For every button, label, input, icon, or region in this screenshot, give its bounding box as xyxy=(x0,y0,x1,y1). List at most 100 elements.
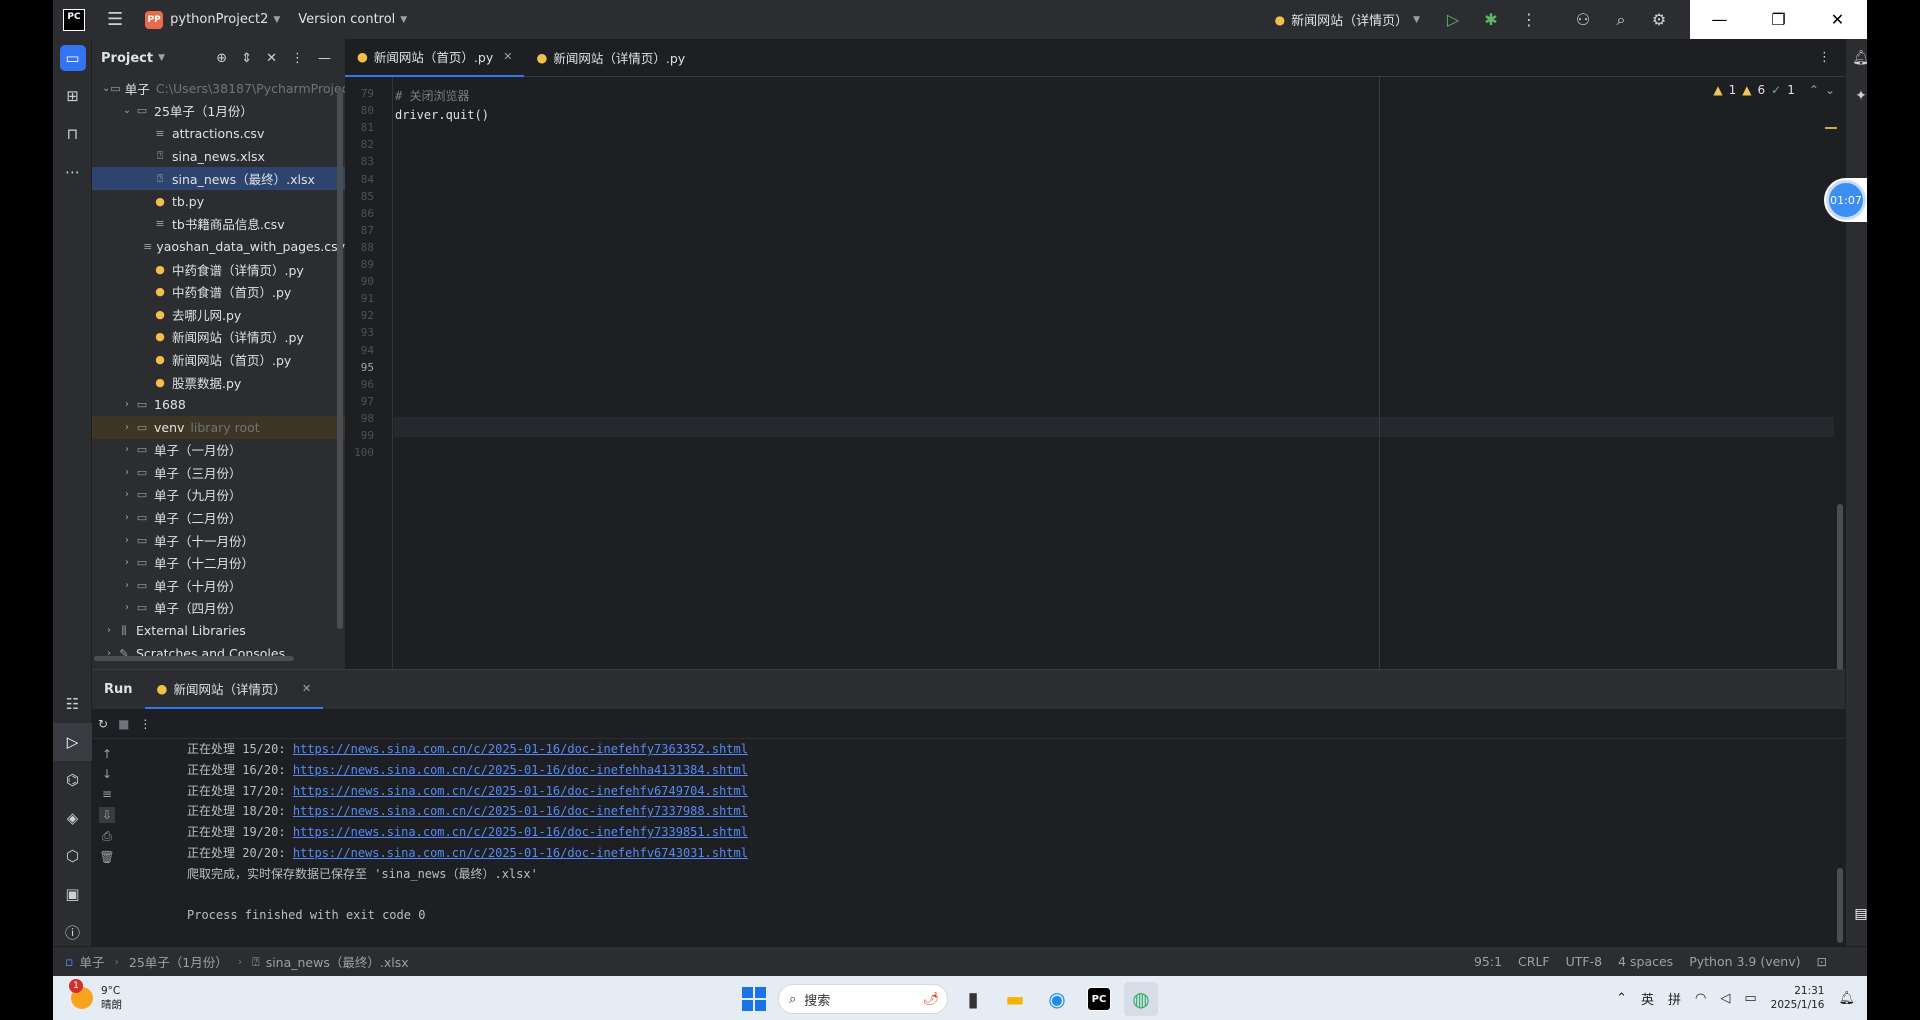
python-packages-icon[interactable]: ◈ xyxy=(53,799,92,837)
line-number[interactable]: 99 xyxy=(361,429,374,442)
tree-item[interactable]: ⍰ sina_news.xlsx xyxy=(92,145,345,168)
settings-gear-icon[interactable]: ⚙ xyxy=(1640,10,1678,29)
chevron-right-icon[interactable]: › xyxy=(120,557,134,568)
tab-options-icon[interactable]: ⋮ xyxy=(1818,50,1831,65)
editor-scrollbar[interactable] xyxy=(1837,504,1843,684)
chevron-right-icon[interactable]: › xyxy=(120,535,134,546)
ime-language[interactable]: 英 xyxy=(1641,989,1654,1008)
python-console-icon[interactable]: ⌬ xyxy=(53,761,92,799)
tree-item[interactable]: › ▭ 单子（十一月份） xyxy=(92,529,345,552)
minimize-icon[interactable]: — xyxy=(1690,0,1749,39)
terminal-icon[interactable]: ▣ xyxy=(53,875,92,913)
tree-item[interactable]: ● 去哪儿网.py xyxy=(92,303,345,326)
tree-item[interactable]: ● tb.py xyxy=(92,190,345,213)
line-separator[interactable]: CRLF xyxy=(1518,954,1550,969)
services-icon[interactable]: ⬡ xyxy=(53,837,92,875)
chevron-right-icon[interactable]: › xyxy=(102,625,116,636)
breadcrumb-item[interactable]: 25单子（1月份） xyxy=(129,952,228,971)
locate-icon[interactable]: ⊕ xyxy=(216,51,227,66)
tree-item[interactable]: ● 股票数据.py xyxy=(92,371,345,394)
stop-icon[interactable]: ■ xyxy=(118,717,129,731)
hide-icon[interactable]: — xyxy=(318,51,331,66)
tree-item[interactable]: › ▭ 单子（一月份） xyxy=(92,439,345,462)
run-panel-title[interactable]: Run xyxy=(92,682,145,697)
notifications-icon[interactable]: 🔔︎ xyxy=(1846,39,1867,77)
wifi-icon[interactable]: ◠ xyxy=(1695,991,1706,1006)
line-number[interactable]: 97 xyxy=(361,395,374,408)
debug-icon[interactable]: ✱ xyxy=(1472,10,1510,29)
line-number[interactable]: 91 xyxy=(361,292,374,305)
tree-item[interactable]: ⍰ sina_news（最终）.xlsx xyxy=(92,167,345,190)
line-number[interactable]: 84 xyxy=(361,173,374,186)
console-link[interactable]: https://news.sina.com.cn/c/2025-01-16/do… xyxy=(293,742,748,756)
horizontal-scrollbar[interactable] xyxy=(94,656,294,661)
tree-item[interactable]: ≡ yaoshan_data_with_pages.csv xyxy=(92,235,345,258)
project-badge[interactable]: PP xyxy=(145,10,164,29)
line-number[interactable]: 98 xyxy=(361,412,374,425)
rerun-icon[interactable]: ↻ xyxy=(98,717,108,731)
main-menu-icon[interactable]: ☰ xyxy=(107,9,123,30)
line-number[interactable]: 94 xyxy=(361,344,374,357)
console-link[interactable]: https://news.sina.com.cn/c/2025-01-16/do… xyxy=(293,784,748,798)
tree-item[interactable]: ≡ attractions.csv xyxy=(92,122,345,145)
line-number[interactable]: 80 xyxy=(361,104,374,117)
run-tool-icon[interactable]: ▷ xyxy=(53,723,92,761)
line-number[interactable]: 100 xyxy=(354,446,374,459)
console-link[interactable]: https://news.sina.com.cn/c/2025-01-16/do… xyxy=(293,763,748,777)
close-icon[interactable]: ✕ xyxy=(1808,0,1867,39)
ai-assistant-icon[interactable]: ✦ xyxy=(1846,77,1867,115)
chevron-up-icon[interactable]: ⌃ xyxy=(1809,83,1819,97)
tree-item[interactable]: ● 中药食谱（详情页）.py xyxy=(92,258,345,281)
soft-wrap-icon[interactable]: ≡ xyxy=(102,787,112,801)
pycharm-logo-icon[interactable]: PC xyxy=(63,8,85,31)
file-explorer-icon[interactable]: ▬ xyxy=(998,982,1032,1016)
tree-item[interactable]: › ⫼ External Libraries xyxy=(92,619,345,642)
chevron-down-icon[interactable]: ▼ xyxy=(158,53,165,63)
code-line[interactable]: # 关闭浏览器 xyxy=(395,87,469,104)
tree-item[interactable]: ● 新闻网站（首页）.py xyxy=(92,348,345,371)
tree-item[interactable]: › ▭ 单子（十月份） xyxy=(92,574,345,597)
chevron-right-icon[interactable]: › xyxy=(120,444,134,455)
print-icon[interactable]: ⎙ xyxy=(102,829,112,844)
tree-item[interactable]: ● 新闻网站（详情页）.py xyxy=(92,326,345,349)
scroll-down-icon[interactable]: ↓ xyxy=(102,767,112,781)
chevron-right-icon[interactable]: › xyxy=(120,580,134,591)
line-number[interactable]: 88 xyxy=(361,241,374,254)
close-icon[interactable]: ✕ xyxy=(503,50,512,63)
clock[interactable]: 21:31 2025/1/16 xyxy=(1771,984,1825,1012)
bookmarks-icon[interactable]: ⊓ xyxy=(53,115,92,153)
weather-widget[interactable]: 1 9°C 晴朗 xyxy=(53,979,122,1012)
project-panel-title[interactable]: Project xyxy=(101,51,153,66)
chevron-right-icon[interactable]: › xyxy=(120,602,134,613)
line-number[interactable]: 82 xyxy=(361,138,374,151)
chevron-down-icon[interactable]: ▼ xyxy=(1413,15,1420,25)
line-number[interactable]: 81 xyxy=(361,121,374,134)
excel-icon[interactable]: ▤ xyxy=(1846,895,1867,933)
taskbar-search[interactable]: ⌕ 搜索 🌶︎ xyxy=(778,984,948,1014)
indent-setting[interactable]: 4 spaces xyxy=(1618,954,1673,969)
tree-item[interactable]: ● 中药食谱（首页）.py xyxy=(92,280,345,303)
trash-icon[interactable]: 🗑︎ xyxy=(99,850,114,864)
tree-item[interactable]: ⌄ ▭ 单子 C:\Users\38187\PycharmProject xyxy=(92,77,345,100)
inspection-widget[interactable]: ▲ 1 ▲ 6 ✓ 1 ⌃ ⌄ xyxy=(1713,83,1835,97)
edge-browser-icon[interactable]: ◉ xyxy=(1040,982,1074,1016)
caret-position[interactable]: 95:1 xyxy=(1474,954,1502,969)
chevron-down-icon[interactable]: ⌄ xyxy=(1825,83,1835,97)
line-number[interactable]: 92 xyxy=(361,309,374,322)
chevron-right-icon[interactable]: › xyxy=(120,399,134,410)
collapse-all-icon[interactable]: ✕ xyxy=(266,51,277,66)
more-icon[interactable]: ⋮ xyxy=(1510,10,1548,29)
tree-item[interactable]: › ▭ 单子（二月份） xyxy=(92,506,345,529)
notification-bell-icon[interactable]: 🔔︎ xyxy=(1838,991,1855,1006)
console-link[interactable]: https://news.sina.com.cn/c/2025-01-16/do… xyxy=(293,825,748,839)
tree-item[interactable]: › ▭ 单子（三月份） xyxy=(92,461,345,484)
line-number[interactable]: 95 xyxy=(361,361,374,374)
chevron-down-icon[interactable]: ⌄ xyxy=(102,83,110,94)
more-tools-icon[interactable]: ⋯ xyxy=(53,153,92,191)
console-link[interactable]: https://news.sina.com.cn/c/2025-01-16/do… xyxy=(293,846,748,860)
tree-item[interactable]: › ▭ 单子（九月份） xyxy=(92,484,345,507)
add-user-icon[interactable]: ⚇ xyxy=(1564,10,1602,29)
lock-icon[interactable]: ⊡ xyxy=(1817,954,1827,969)
close-icon[interactable]: ✕ xyxy=(302,682,311,695)
structure-icon[interactable]: ⊞ xyxy=(53,77,92,115)
